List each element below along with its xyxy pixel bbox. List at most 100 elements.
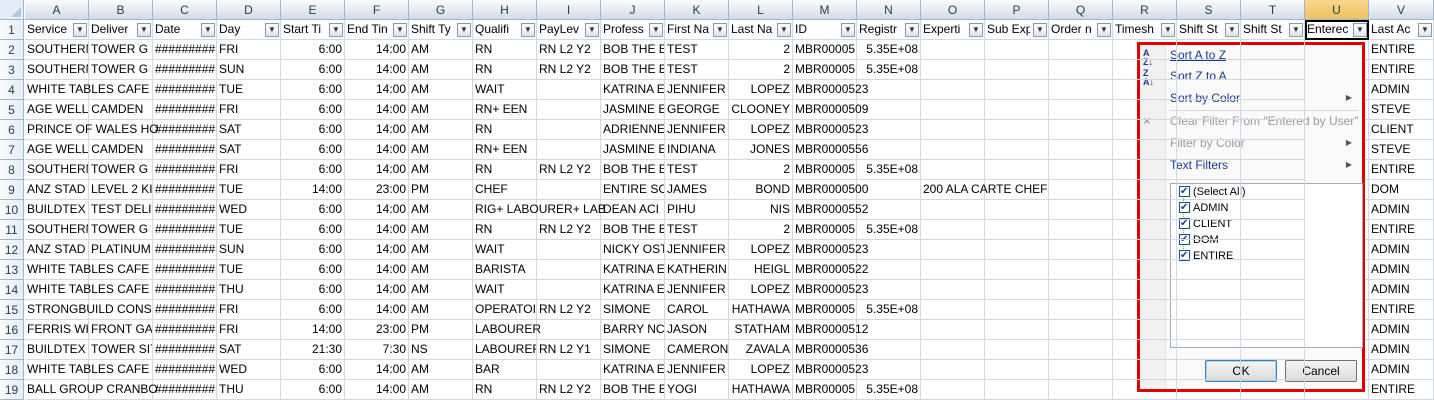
table-cell[interactable]: 14:00: [345, 100, 409, 120]
table-cell[interactable]: [1049, 120, 1113, 140]
table-cell[interactable]: [1241, 260, 1305, 280]
table-cell[interactable]: [1241, 200, 1305, 220]
table-cell[interactable]: [1177, 160, 1241, 180]
table-cell[interactable]: [1241, 40, 1305, 60]
table-cell[interactable]: RN: [473, 380, 537, 400]
table-cell[interactable]: 6:00: [281, 240, 345, 260]
table-cell[interactable]: [985, 140, 1049, 160]
table-cell[interactable]: TUE: [217, 220, 281, 240]
table-cell[interactable]: #########: [153, 220, 217, 240]
row-header[interactable]: 17: [0, 340, 24, 360]
table-cell[interactable]: STEVE: [1369, 100, 1434, 120]
table-cell[interactable]: [1049, 200, 1113, 220]
row-header[interactable]: 12: [0, 240, 24, 260]
table-cell[interactable]: 2: [729, 220, 793, 240]
header-cell[interactable]: Day ▼: [217, 20, 281, 40]
row-header[interactable]: 11: [0, 220, 24, 240]
table-cell[interactable]: [921, 240, 985, 260]
table-cell[interactable]: [1113, 40, 1177, 60]
table-cell[interactable]: STEVE: [1369, 140, 1434, 160]
table-cell[interactable]: 6:00: [281, 380, 345, 400]
table-cell[interactable]: AM: [409, 380, 473, 400]
table-cell[interactable]: BARRY NC: [601, 320, 665, 340]
filter-dropdown-icon[interactable]: ▼: [1289, 23, 1303, 37]
table-cell[interactable]: WHITE TABLES CAFE: [25, 80, 149, 100]
table-cell[interactable]: HEIGL: [729, 260, 793, 280]
table-cell[interactable]: RN+ EEN: [473, 100, 537, 120]
table-cell[interactable]: RN: [473, 120, 537, 140]
table-cell[interactable]: [1113, 220, 1177, 240]
column-header-l[interactable]: L: [729, 0, 793, 20]
table-cell[interactable]: MBR0000523: [793, 240, 868, 260]
table-cell[interactable]: 6:00: [281, 100, 345, 120]
table-cell[interactable]: #########: [153, 120, 217, 140]
table-cell[interactable]: 14:00: [345, 120, 409, 140]
table-cell[interactable]: KATRINA E: [601, 260, 665, 280]
table-cell[interactable]: [857, 200, 921, 220]
table-cell[interactable]: 200 ALA CARTE CHEF: [921, 180, 1048, 200]
filter-dropdown-icon[interactable]: ▼: [73, 23, 87, 37]
table-cell[interactable]: [1241, 240, 1305, 260]
table-cell[interactable]: 6:00: [281, 220, 345, 240]
table-cell[interactable]: [985, 220, 1049, 240]
table-cell[interactable]: 23:00: [345, 180, 409, 200]
table-cell[interactable]: MBR0000500: [793, 180, 868, 200]
table-cell[interactable]: [1241, 100, 1305, 120]
table-cell[interactable]: CLOONEY: [729, 100, 793, 120]
table-cell[interactable]: 5.35E+08: [857, 220, 921, 240]
table-cell[interactable]: TEST: [665, 40, 729, 60]
table-cell[interactable]: LABOUREF: [473, 340, 537, 360]
row-header[interactable]: 15: [0, 300, 24, 320]
table-cell[interactable]: [857, 260, 921, 280]
table-cell[interactable]: TEST: [665, 60, 729, 80]
table-cell[interactable]: TUE: [217, 180, 281, 200]
table-cell[interactable]: [1241, 300, 1305, 320]
row-header[interactable]: 10: [0, 200, 24, 220]
table-cell[interactable]: WAIT: [473, 280, 537, 300]
table-cell[interactable]: SOUTHERN: [25, 220, 89, 240]
table-cell[interactable]: SUN: [217, 60, 281, 80]
table-cell[interactable]: [1177, 120, 1241, 140]
header-cell[interactable]: Shift Ty ▼: [409, 20, 473, 40]
table-cell[interactable]: [1049, 260, 1113, 280]
header-cell[interactable]: Last Ac ▼: [1369, 20, 1434, 40]
table-cell[interactable]: [985, 360, 1049, 380]
table-cell[interactable]: ADMIN: [1369, 320, 1434, 340]
table-cell[interactable]: #########: [153, 260, 217, 280]
table-cell[interactable]: AM: [409, 120, 473, 140]
table-cell[interactable]: [1177, 380, 1241, 400]
table-cell[interactable]: TOWER G: [89, 160, 153, 180]
table-cell[interactable]: MBR00005: [793, 160, 857, 180]
table-cell[interactable]: FRONT GA: [89, 320, 153, 340]
table-cell[interactable]: [985, 60, 1049, 80]
table-cell[interactable]: PLATINUM: [89, 240, 153, 260]
table-cell[interactable]: 2: [729, 160, 793, 180]
column-header-h[interactable]: H: [473, 0, 537, 20]
table-cell[interactable]: [1049, 380, 1113, 400]
table-cell[interactable]: RIG+ LABOURER+ LAB: [473, 200, 606, 220]
table-cell[interactable]: STATHAM: [729, 320, 793, 340]
table-cell[interactable]: [537, 180, 601, 200]
table-cell[interactable]: AM: [409, 160, 473, 180]
column-header-c[interactable]: C: [153, 0, 217, 20]
table-cell[interactable]: [1241, 360, 1305, 380]
table-cell[interactable]: 14:00: [345, 200, 409, 220]
table-cell[interactable]: [537, 240, 601, 260]
table-cell[interactable]: BOB THE E: [601, 60, 665, 80]
table-cell[interactable]: RN: [473, 40, 537, 60]
table-cell[interactable]: [985, 100, 1049, 120]
table-cell[interactable]: [1049, 360, 1113, 380]
table-cell[interactable]: 5.35E+08: [857, 40, 921, 60]
table-cell[interactable]: AM: [409, 260, 473, 280]
table-cell[interactable]: [1113, 180, 1177, 200]
table-cell[interactable]: [1241, 60, 1305, 80]
header-cell[interactable]: Order n ▼: [1049, 20, 1113, 40]
table-cell[interactable]: TOWER SIT: [89, 340, 153, 360]
table-cell[interactable]: [1177, 320, 1241, 340]
table-cell[interactable]: [1049, 100, 1113, 120]
table-cell[interactable]: [537, 320, 601, 340]
table-cell[interactable]: 14:00: [345, 360, 409, 380]
table-cell[interactable]: AGE WELL CAMDEN: [25, 140, 143, 160]
table-cell[interactable]: ENTIRE: [1369, 300, 1434, 320]
table-cell[interactable]: RN L2 Y2: [537, 60, 601, 80]
